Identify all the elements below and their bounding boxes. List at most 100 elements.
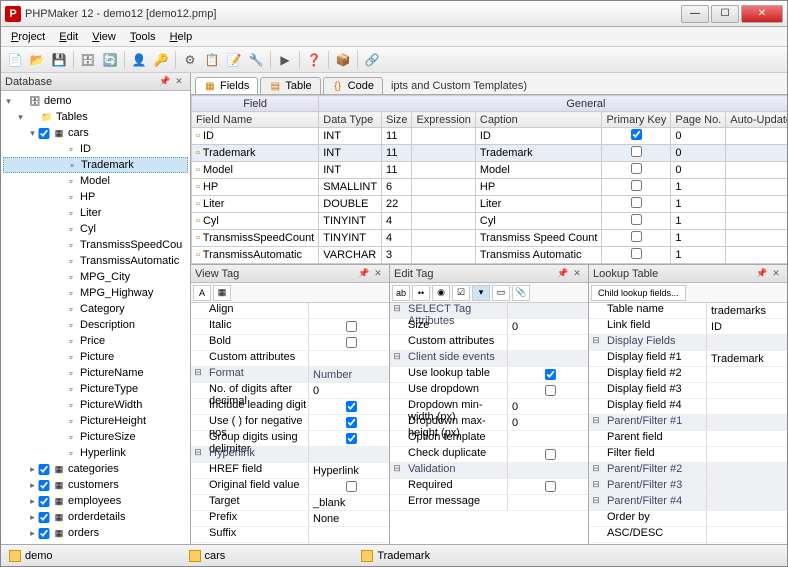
prop-value[interactable] [707,431,787,446]
ext1-icon[interactable]: 📦 [333,50,353,70]
prop-row[interactable]: ⊟Client side events [390,351,588,367]
close-button[interactable]: ✕ [741,5,783,23]
prop-value[interactable]: _blank [309,495,389,510]
help-icon[interactable]: ❓ [304,50,324,70]
close-panel-icon[interactable]: ✕ [172,75,186,89]
prop-value[interactable] [508,303,588,318]
prop-row[interactable]: ASC/DESC [589,527,787,543]
pin-icon[interactable]: 📌 [556,267,570,281]
tree-node[interactable]: ▾▦cars [3,125,188,141]
pk-check[interactable] [631,146,642,157]
prop-value[interactable] [508,367,588,382]
prop-row[interactable]: Target_blank [191,495,389,511]
prop-row[interactable]: Error message [390,495,588,511]
tree-node[interactable]: ▫Hyperlink [3,445,188,461]
prop-check[interactable] [545,369,556,380]
tree-node[interactable]: ▫Trademark [3,157,188,173]
prop-value[interactable]: None [309,511,389,526]
tree-node[interactable]: ▾🗄demo [3,93,188,109]
prop-value[interactable] [707,399,787,414]
tree-node[interactable]: ▫Picture [3,349,188,365]
prop-value[interactable] [707,415,787,430]
prop-value[interactable] [309,303,389,318]
tab-fields[interactable]: ▦Fields [195,77,258,94]
pk-check[interactable] [631,163,642,174]
prop-value[interactable] [309,319,389,334]
prop-row[interactable]: ⊟Display Fields [589,335,787,351]
prop-row[interactable]: Display field #1Trademark [589,351,787,367]
maximize-button[interactable]: ☐ [711,5,739,23]
tab-code[interactable]: {}Code [323,77,383,94]
prop-check[interactable] [346,321,357,332]
tree-node[interactable]: ▸▦categories [3,461,188,477]
prop-row[interactable]: Size0 [390,319,588,335]
prop-row[interactable]: ⊟Parent/Filter #1 [589,415,787,431]
prop-value[interactable]: 0 [309,383,389,398]
col-header[interactable]: Auto-Update Value [726,112,787,128]
tree-node[interactable]: ▫PictureHeight [3,413,188,429]
et-area[interactable]: ▭ [492,285,510,301]
prop-row[interactable]: Suffix [191,527,389,543]
table-row[interactable]: ▫ TransmissAutomaticVARCHAR3Transmiss Au… [192,247,788,264]
prop-row[interactable]: Dropdown max-height (px)0 [390,415,588,431]
tree-check[interactable] [38,480,50,491]
user-icon[interactable]: 👤 [129,50,149,70]
prop-row[interactable]: Use ( ) for negative nos. [191,415,389,431]
col-header[interactable]: Expression [412,112,475,128]
prop-row[interactable]: Link fieldID [589,319,787,335]
prop-row[interactable]: Dropdown min-width (px)0 [390,399,588,415]
et-text[interactable]: ab [392,285,410,301]
prop-value[interactable] [309,415,389,430]
table-row[interactable]: ▫ HPSMALLINT6HP1 [192,179,788,196]
col-header[interactable]: Data Type [319,112,382,128]
prop-row[interactable]: ⊟Validation [390,463,588,479]
prop-row[interactable]: Custom attributes [191,351,389,367]
tool4-icon[interactable]: 🔧 [246,50,266,70]
prop-value[interactable]: 0 [508,399,588,414]
prop-value[interactable] [707,335,787,350]
pk-check[interactable] [631,129,642,140]
menu-project[interactable]: Project [5,29,51,45]
prop-row[interactable]: Bold [191,335,389,351]
db-icon[interactable]: 🗄 [78,50,98,70]
tool2-icon[interactable]: 📋 [202,50,222,70]
tree-check[interactable] [38,512,50,523]
prop-row[interactable]: No. of digits after decimal0 [191,383,389,399]
prop-value[interactable] [309,431,389,446]
ext2-icon[interactable]: 🔗 [362,50,382,70]
prop-row[interactable]: Align [191,303,389,319]
table-row[interactable]: ▫ IDINT11ID0 [192,128,788,145]
et-pass[interactable]: •• [412,285,430,301]
prop-row[interactable]: Display field #4 [589,399,787,415]
prop-row[interactable]: Parent field [589,431,787,447]
prop-row[interactable]: Filter field [589,447,787,463]
et-file[interactable]: 📎 [512,285,530,301]
pk-check[interactable] [631,214,642,225]
prop-value[interactable]: 0 [508,415,588,430]
prop-check[interactable] [545,449,556,460]
prop-value[interactable]: ID [707,319,787,334]
et-radio[interactable]: ◉ [432,285,450,301]
prop-value[interactable] [508,351,588,366]
tree-node[interactable]: ▸▦orderdetails [3,509,188,525]
col-header[interactable]: Primary Key [602,112,671,128]
prop-row[interactable]: Custom attributes [390,335,588,351]
prop-value[interactable]: Number [309,367,389,382]
prop-row[interactable]: Use dropdown [390,383,588,399]
tree-check[interactable] [38,128,50,139]
vt-btn1[interactable]: A [193,285,211,301]
fields-grid-wrap[interactable]: FieldGeneralField NameData TypeSizeExpre… [191,95,787,265]
et-select[interactable]: ▾ [472,285,490,301]
prop-row[interactable]: Include leading digit [191,399,389,415]
child-lookup-button[interactable]: Child lookup fields... [591,285,686,301]
prop-value[interactable] [309,447,389,462]
pk-check[interactable] [631,180,642,191]
prop-row[interactable]: Display field #3 [589,383,787,399]
table-row[interactable]: ▫ TrademarkINT11Trademark0 [192,145,788,162]
tab-table[interactable]: ▤Table [260,77,320,94]
vt-btn2[interactable]: ▦ [213,285,231,301]
minimize-button[interactable]: — [681,5,709,23]
prop-row[interactable]: ⊟Parent/Filter #2 [589,463,787,479]
prop-row[interactable]: PrefixNone [191,511,389,527]
prop-value[interactable] [309,335,389,350]
